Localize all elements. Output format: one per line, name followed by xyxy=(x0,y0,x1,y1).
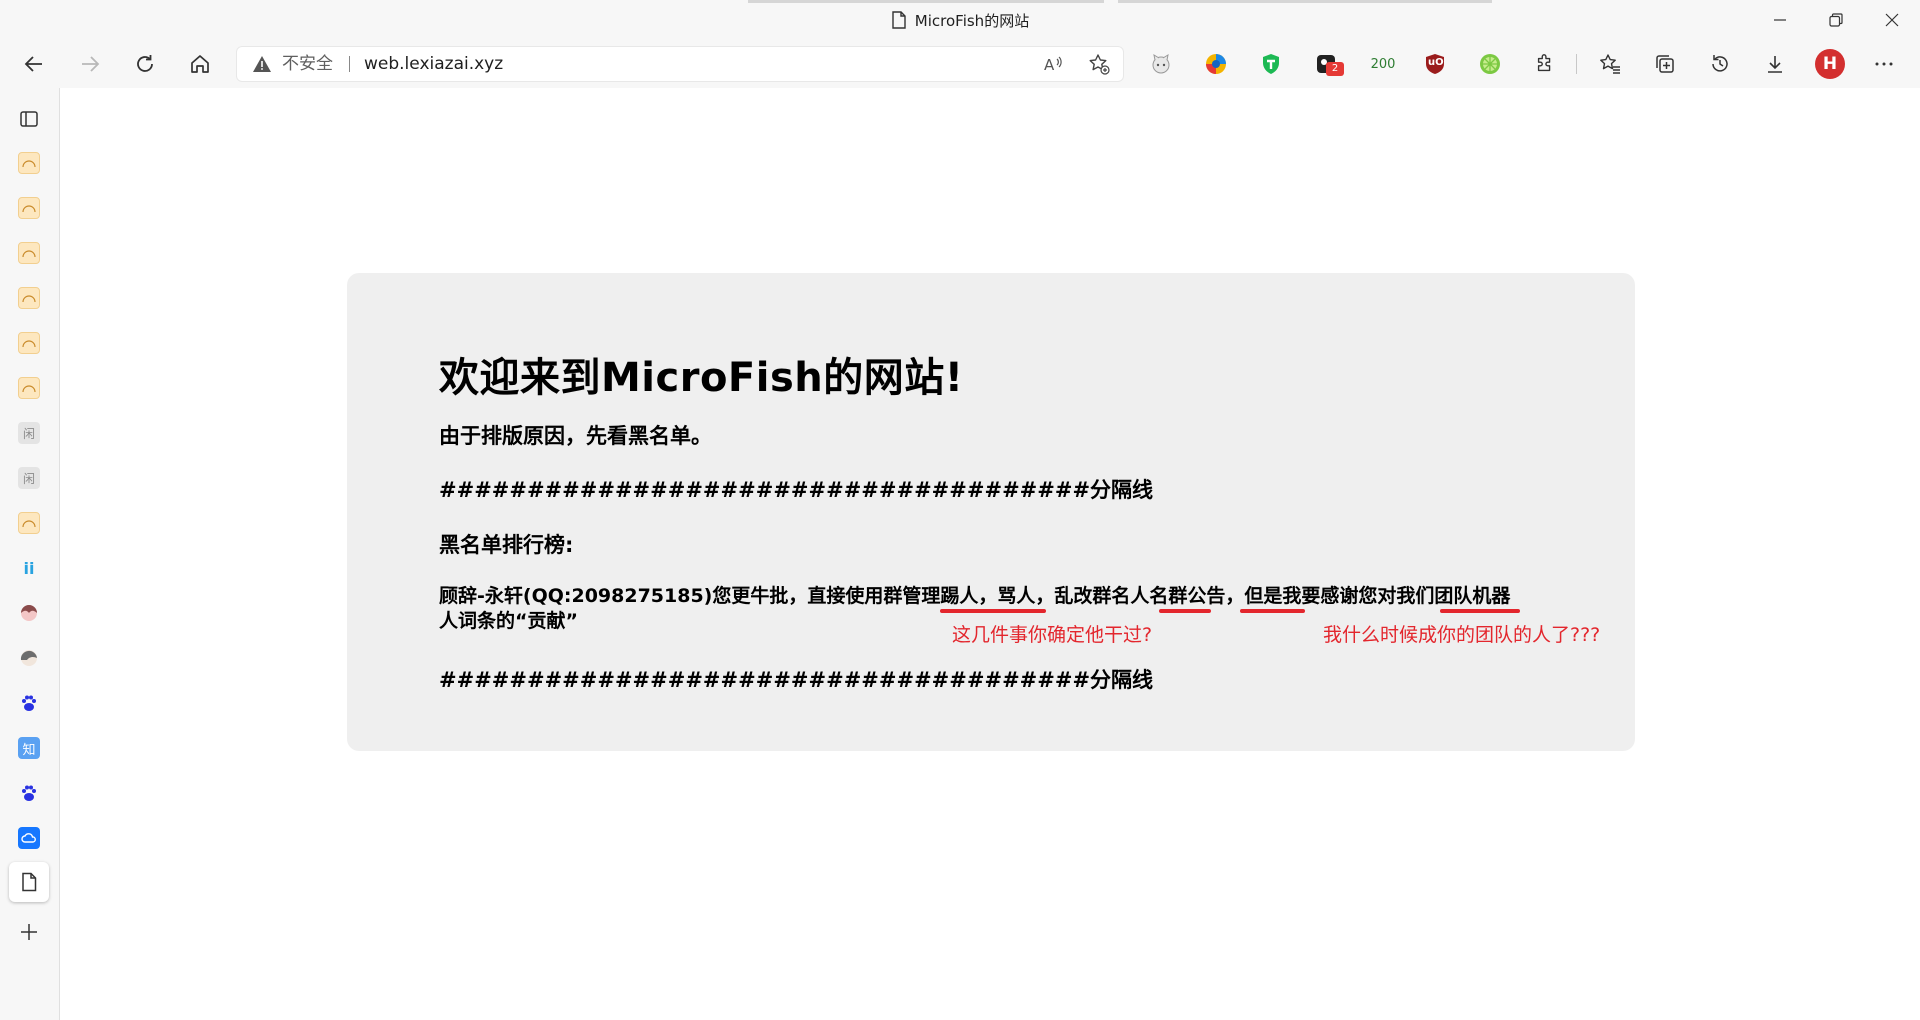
cat-extension-icon[interactable] xyxy=(1147,50,1175,78)
more-menu-button[interactable] xyxy=(1866,46,1902,82)
blacklist-title: 黑名单排行榜: xyxy=(439,533,574,557)
window-title-area: MicroFish的网站 xyxy=(0,0,1920,40)
page-viewport: 欢迎来到MicroFish的网站! 由于排版原因，先看黑名单。 ########… xyxy=(60,88,1920,1020)
intro-line: 由于排版原因，先看黑名单。 xyxy=(439,424,712,448)
sidebar-tab-11[interactable] xyxy=(18,602,40,624)
fish-favicon-icon xyxy=(22,160,36,168)
minimize-button[interactable] xyxy=(1752,0,1808,40)
read-aloud-icon[interactable]: A xyxy=(1042,53,1064,75)
page-heading: 欢迎来到MicroFish的网站! xyxy=(439,355,964,401)
close-button[interactable] xyxy=(1864,0,1920,40)
extensions-puzzle-icon[interactable] xyxy=(1531,50,1559,78)
counter-extension[interactable]: 200 xyxy=(1366,50,1400,78)
fish-favicon-icon xyxy=(22,295,36,303)
counter-extension-text: 200 xyxy=(1370,56,1396,72)
home-button[interactable] xyxy=(182,46,218,82)
home-icon xyxy=(191,55,209,73)
downloads-button[interactable] xyxy=(1757,46,1793,82)
document-icon xyxy=(892,11,906,29)
collections-icon xyxy=(1656,55,1674,73)
sidebar-tab-9[interactable] xyxy=(18,512,40,534)
sidebar-tab-1[interactable] xyxy=(18,152,40,174)
sidebar-tab-active[interactable] xyxy=(9,862,49,902)
sidebar-tab-8[interactable]: 闲 xyxy=(18,467,40,489)
window-title: MicroFish的网站 xyxy=(914,11,1030,30)
fish-favicon-icon xyxy=(22,385,36,393)
svg-text:A: A xyxy=(1044,56,1055,74)
back-icon xyxy=(24,56,42,72)
back-button[interactable] xyxy=(16,46,52,82)
sidebar-tab-14[interactable]: 知 xyxy=(18,737,40,759)
sidebar-tab-4[interactable] xyxy=(18,287,40,309)
new-tab-button[interactable] xyxy=(18,921,40,943)
ublock-origin-icon[interactable]: uO xyxy=(1421,50,1449,78)
collections-button[interactable] xyxy=(1647,46,1683,82)
downloads-icon xyxy=(1768,56,1782,73)
cloud-icon xyxy=(21,833,36,843)
dark-extension-icon[interactable]: 2 xyxy=(1312,50,1344,78)
sidebar-tab-12[interactable] xyxy=(18,647,40,669)
anime-girl-icon xyxy=(21,605,37,621)
favorites-button[interactable] xyxy=(1592,46,1628,82)
green-shield-extension-icon[interactable] xyxy=(1257,50,1285,78)
sidebar-tab-5[interactable] xyxy=(18,332,40,354)
plus-icon xyxy=(21,924,37,940)
add-favorite-icon[interactable] xyxy=(1088,53,1110,75)
title-bar: MicroFish的网站 xyxy=(0,0,1920,40)
sidebar-tab-16[interactable] xyxy=(18,827,40,849)
sidebar-tab-15[interactable] xyxy=(18,782,40,804)
fish-favicon-icon xyxy=(22,520,36,528)
security-label[interactable]: 不安全 xyxy=(282,46,333,82)
sidebar-tab-2[interactable] xyxy=(18,197,40,219)
sidebar-tab-7[interactable]: 闲 xyxy=(18,422,40,444)
extension-badge: 2 xyxy=(1326,62,1344,76)
lime-extension-icon[interactable] xyxy=(1476,50,1504,78)
content-card: 欢迎来到MicroFish的网站! 由于排版原因，先看黑名单。 ########… xyxy=(347,273,1635,751)
divider-line-1: #####################################分隔线 xyxy=(439,478,1154,502)
sidebar-tab-3[interactable] xyxy=(18,242,40,264)
address-separator xyxy=(349,56,350,72)
refresh-button[interactable] xyxy=(127,46,163,82)
tab-actions-icon xyxy=(20,111,38,127)
minimize-icon xyxy=(1774,19,1786,21)
sidebar-tab-6[interactable] xyxy=(18,377,40,399)
anime-girl-2-icon xyxy=(20,650,37,666)
fish-favicon-icon xyxy=(22,340,36,348)
restore-icon xyxy=(1829,13,1843,27)
colorful-extension-icon[interactable] xyxy=(1202,50,1230,78)
browser-toolbar: 不安全 web.lexiazai.xyz A 2 200 uO H xyxy=(0,40,1920,88)
history-icon xyxy=(1712,55,1728,72)
history-button[interactable] xyxy=(1702,46,1738,82)
baidu-paw-icon xyxy=(22,785,36,801)
annotation-underline xyxy=(1159,609,1211,613)
close-icon xyxy=(1885,13,1899,27)
forward-icon xyxy=(82,56,100,72)
profile-avatar[interactable]: H xyxy=(1815,49,1845,79)
vertical-tabs-sidebar: 闲 闲 ii 知 xyxy=(0,88,60,1020)
annotation-note-2: 我什么时候成你的团队的人了??? xyxy=(1323,624,1601,646)
baidu-paw-icon xyxy=(22,695,36,711)
warning-icon[interactable] xyxy=(252,54,272,74)
toolbar-divider xyxy=(1576,54,1577,74)
divider-line-2: #####################################分隔线 xyxy=(439,668,1154,692)
refresh-icon xyxy=(137,55,153,72)
favorites-icon xyxy=(1600,54,1620,74)
restore-button[interactable] xyxy=(1808,0,1864,40)
annotation-note-1: 这几件事你确定他干过? xyxy=(952,624,1153,646)
forward-button[interactable] xyxy=(72,46,108,82)
fish-favicon-icon xyxy=(22,205,36,213)
annotation-underline xyxy=(1240,609,1305,613)
sidebar-tab-13[interactable] xyxy=(18,692,40,714)
address-bar[interactable]: 不安全 web.lexiazai.xyz A xyxy=(236,46,1124,82)
url-text[interactable]: web.lexiazai.xyz xyxy=(364,46,503,82)
tab-actions-button[interactable] xyxy=(18,108,40,130)
document-icon xyxy=(22,872,37,892)
sidebar-tab-10[interactable]: ii xyxy=(18,557,40,579)
annotation-underline xyxy=(1440,609,1520,613)
annotation-underline xyxy=(940,609,1046,613)
more-icon xyxy=(1875,62,1893,66)
ublock-label: uO xyxy=(1428,57,1444,68)
fish-favicon-icon xyxy=(22,250,36,258)
